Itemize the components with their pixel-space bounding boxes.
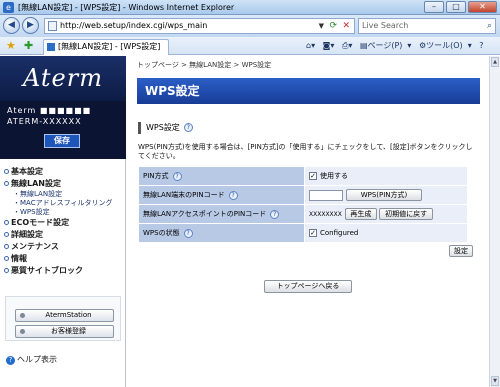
sidebar-subitem-mac-filter[interactable]: ・MACアドレスフィルタリング <box>4 199 124 208</box>
tab-label: [無線LAN設定] - [WPS設定] <box>58 42 161 51</box>
configured-checkbox[interactable]: ✓ <box>309 229 317 237</box>
home-icon[interactable]: ⌂▾ <box>306 41 315 50</box>
bullet-icon <box>4 256 9 261</box>
main-panel: トップページ > 無線LAN設定 > WPS設定 WPS設定 WPS設定? WP… <box>130 56 486 387</box>
table-row: WPSの状態? ✓ Configured <box>138 223 468 243</box>
scroll-down-icon[interactable]: ▼ <box>491 376 499 386</box>
sidebar-item-basic[interactable]: 基本設定 <box>4 166 124 178</box>
sidebar-menu: 基本設定 無線LAN設定 ・無線LAN設定 ・MACアドレスフィルタリング ・W… <box>4 166 124 277</box>
table-row: 無線LANアクセスポイントのPINコード? XXXXXXXX 再生成 初期値に戻す <box>138 204 468 224</box>
window-title: [無線LAN設定] - [WPS設定] - Windows Internet E… <box>18 3 235 12</box>
address-bar: ◀ ▶ http://web.setup/index.cgi/wps_main … <box>0 15 500 37</box>
tools-menu[interactable]: ⚙ツール(O) ▾ <box>419 41 472 50</box>
help-icon[interactable]: ? <box>183 123 193 132</box>
row-label: PIN方式? <box>138 166 305 186</box>
sidebar-item-info[interactable]: 情報 <box>4 253 124 265</box>
bullet-icon <box>20 313 25 318</box>
sidebar-subitem-wireless-lan[interactable]: ・無線LAN設定 <box>4 190 124 199</box>
back-icon[interactable]: ◀ <box>3 17 20 34</box>
wps-pin-button[interactable]: WPS(PIN方式) <box>346 189 422 201</box>
print-icon[interactable]: ⎙▾ <box>342 41 352 50</box>
aterm-logo: Aterm <box>0 56 126 101</box>
ap-pin-value: XXXXXXXX <box>309 211 342 218</box>
ie-icon: e <box>3 2 14 13</box>
section-title: WPS設定? <box>138 122 193 134</box>
bullet-icon <box>4 244 9 249</box>
page-menu[interactable]: ▤ページ(P) ▾ <box>360 41 411 50</box>
row-value: WPS(PIN方式) <box>304 185 468 205</box>
search-input[interactable]: Live Search ⌕ <box>358 18 496 34</box>
ssid-name: ATERM-XXXXXX <box>7 117 82 126</box>
back-to-top-button[interactable]: トップページへ戻る <box>264 280 352 293</box>
row-value: ✓ Configured <box>304 223 468 243</box>
help-icon: ? <box>6 356 15 365</box>
search-placeholder: Live Search <box>362 21 409 30</box>
feeds-icon[interactable]: ◙▾ <box>323 41 335 50</box>
sidebar-item-maintenance[interactable]: メンテナンス <box>4 241 124 253</box>
scroll-up-icon[interactable]: ▲ <box>491 57 499 67</box>
search-icon[interactable]: ⌕ <box>487 19 492 33</box>
help-icon[interactable]: ? <box>172 171 182 181</box>
description-text: WPS(PIN方式)を使用する場合は、[PIN方式]の「使用する」にチェックをし… <box>138 143 473 160</box>
bullet-icon <box>4 220 9 225</box>
row-label: WPSの状態? <box>138 223 305 243</box>
dropdown-icon[interactable]: ▼ <box>319 19 324 33</box>
favorites-star-icon[interactable]: ★ <box>6 39 16 52</box>
model-panel: Aterm ■■■■■■ ATERM-XXXXXX 保存 <box>0 101 126 159</box>
minimize-button[interactable]: – <box>424 1 444 13</box>
client-pin-input[interactable] <box>309 189 343 201</box>
set-button[interactable]: 設定 <box>449 245 473 257</box>
row-label: 無線LAN端末のPINコード? <box>138 185 305 205</box>
help-icon[interactable]: ? <box>270 209 280 219</box>
title-bar: e [無線LAN設定] - [WPS設定] - Windows Internet… <box>0 0 500 15</box>
help-icon[interactable]: ? <box>183 228 193 238</box>
stop-icon[interactable]: ✕ <box>342 19 350 33</box>
vertical-scrollbar[interactable]: ▲ ▼ <box>489 56 500 387</box>
page-title: WPS設定 <box>137 78 480 104</box>
tab-bar: ★ ✚ [無線LAN設定] - [WPS設定] ⌂▾ ◙▾ ⎙▾ ▤ページ(P)… <box>0 37 500 55</box>
reset-default-button[interactable]: 初期値に戻す <box>379 208 434 220</box>
page-icon <box>48 21 57 31</box>
customer-registration-button[interactable]: お客様登録 <box>15 325 114 338</box>
save-button[interactable]: 保存 <box>44 134 80 148</box>
settings-table: PIN方式? ✓ 使用する 無線LAN端末のPINコード? WPS(PIN方式) … <box>138 166 468 243</box>
page-content: Aterm Aterm ■■■■■■ ATERM-XXXXXX 保存 基本設定 … <box>0 56 489 387</box>
bullet-icon <box>4 169 9 174</box>
sidebar-item-site-block[interactable]: 悪質サイトブロック <box>4 265 124 277</box>
maximize-button[interactable]: □ <box>446 1 466 13</box>
sidebar-subitem-wps[interactable]: ・WPS設定 <box>4 208 124 217</box>
url-text: http://web.setup/index.cgi/wps_main <box>60 21 208 30</box>
breadcrumb: トップページ > 無線LAN設定 > WPS設定 <box>137 61 272 69</box>
browser-tab[interactable]: [無線LAN設定] - [WPS設定] <box>43 39 169 55</box>
close-button[interactable]: ✕ <box>468 1 497 13</box>
row-label: 無線LANアクセスポイントのPINコード? <box>138 204 305 224</box>
help-menu-icon[interactable]: ? <box>479 41 483 50</box>
forward-icon[interactable]: ▶ <box>22 17 39 34</box>
command-bar: ⌂▾ ◙▾ ⎙▾ ▤ページ(P) ▾ ⚙ツール(O) ▾ ? <box>306 40 489 51</box>
url-input[interactable]: http://web.setup/index.cgi/wps_main ▼ ⟳ … <box>44 18 355 34</box>
sidebar: Aterm Aterm ■■■■■■ ATERM-XXXXXX 保存 基本設定 … <box>0 56 126 387</box>
add-favorite-icon[interactable]: ✚ <box>24 39 33 52</box>
aterm-station-button[interactable]: AtermStation <box>15 309 114 322</box>
bullet-icon <box>20 329 25 334</box>
pin-method-checkbox[interactable]: ✓ <box>309 172 317 180</box>
help-link[interactable]: ? ヘルプ表示 <box>6 354 57 365</box>
bullet-icon <box>4 232 9 237</box>
bullet-icon <box>4 268 9 273</box>
help-icon[interactable]: ? <box>228 190 238 200</box>
refresh-icon[interactable]: ⟳ <box>329 19 337 33</box>
sidebar-item-advanced[interactable]: 詳細設定 <box>4 229 124 241</box>
regenerate-button[interactable]: 再生成 <box>344 208 377 220</box>
row-value: ✓ 使用する <box>304 166 468 186</box>
sidebar-item-wireless[interactable]: 無線LAN設定 <box>4 178 124 190</box>
model-name: Aterm ■■■■■■ <box>7 106 92 115</box>
tab-page-icon <box>47 43 55 51</box>
bullet-icon <box>4 181 9 186</box>
table-row: 無線LAN端末のPINコード? WPS(PIN方式) <box>138 185 468 205</box>
row-value: XXXXXXXX 再生成 初期値に戻す <box>304 204 468 224</box>
sidebar-item-eco[interactable]: ECOモード設定 <box>4 217 124 229</box>
table-row: PIN方式? ✓ 使用する <box>138 166 468 186</box>
